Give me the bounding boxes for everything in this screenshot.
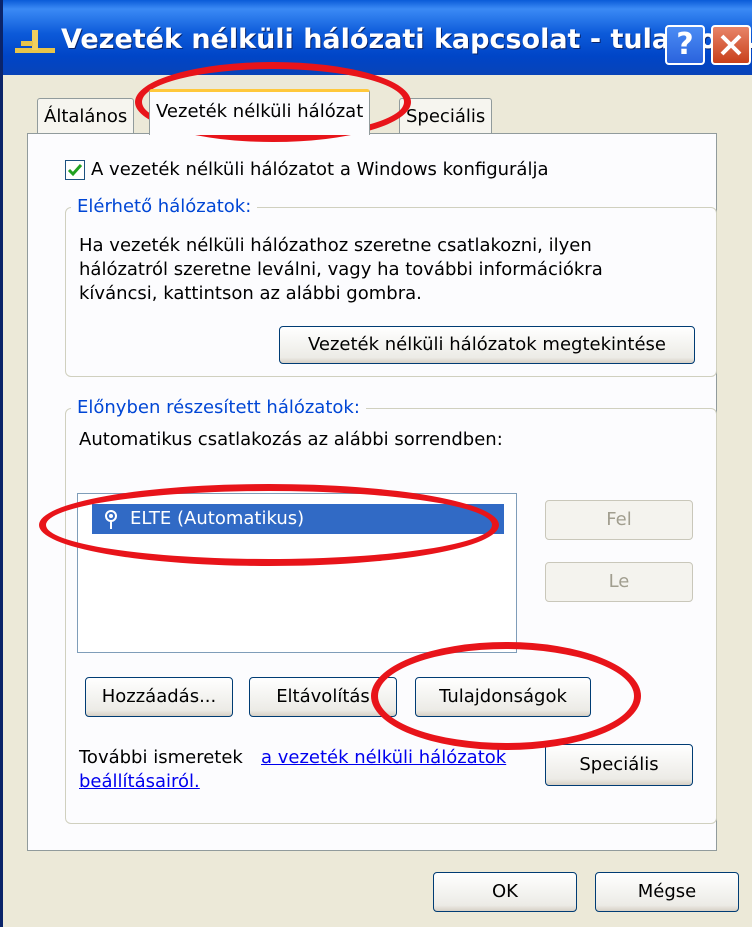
- wireless-network-icon: [105, 510, 117, 529]
- list-item[interactable]: ELTE (Automatikus): [92, 504, 504, 534]
- cancel-button[interactable]: Mégse: [595, 872, 739, 912]
- list-item-label: ELTE (Automatikus): [130, 508, 305, 529]
- ok-button[interactable]: OK: [433, 872, 577, 912]
- available-networks-legend: Elérhető hálózatok:: [71, 195, 258, 219]
- properties-dialog: Vezeték nélküli hálózati kapcsolat - tul…: [0, 0, 752, 927]
- view-wireless-networks-button[interactable]: Vezeték nélküli hálózatok megtekintése: [279, 326, 695, 364]
- preferred-networks-list[interactable]: ELTE (Automatikus): [77, 493, 517, 653]
- wireless-settings-link-line1[interactable]: a vezeték nélküli hálózatok: [261, 746, 506, 770]
- tab-general[interactable]: Általános: [37, 98, 135, 134]
- move-down-button[interactable]: Le: [545, 562, 693, 602]
- window-title: Vezeték nélküli hálózati kapcsolat - tul…: [61, 24, 752, 55]
- remove-button[interactable]: Eltávolítás: [249, 677, 397, 717]
- preferred-networks-description: Automatikus csatlakozás az alábbi sorren…: [79, 429, 503, 450]
- more-info-text: További ismeretek: [79, 747, 243, 768]
- windows-config-label: A vezeték nélküli hálózatot a Windows ko…: [91, 159, 549, 180]
- title-bar[interactable]: Vezeték nélküli hálózati kapcsolat - tul…: [3, 0, 752, 75]
- available-networks-description-3: kíváncsi, kattintson az alábbi gombra.: [79, 283, 422, 304]
- add-button[interactable]: Hozzáadás...: [85, 677, 233, 717]
- advanced-button[interactable]: Speciális: [545, 744, 693, 786]
- available-networks-description-1: Ha vezeték nélküli hálózathoz szeretne c…: [79, 235, 592, 256]
- network-connection-icon: [15, 30, 55, 53]
- available-networks-description-2: hálózatról szeretne leválni, vagy ha tov…: [79, 259, 603, 280]
- tab-advanced[interactable]: Speciális: [399, 98, 493, 134]
- tab-general-label: Általános: [44, 106, 128, 127]
- move-up-button[interactable]: Fel: [545, 500, 693, 540]
- preferred-networks-legend: Előnyben részesített hálózatok:: [71, 396, 366, 420]
- windows-config-checkbox[interactable]: [65, 160, 85, 180]
- close-button[interactable]: [711, 25, 751, 65]
- tab-advanced-label: Speciális: [406, 106, 486, 127]
- help-button[interactable]: ?: [665, 25, 705, 65]
- tab-wireless-networks[interactable]: Vezeték nélküli hálózat: [149, 89, 371, 135]
- checkmark-icon: [67, 164, 83, 177]
- wireless-settings-link-line2[interactable]: beállításairól.: [79, 770, 200, 794]
- close-icon: [720, 34, 742, 56]
- tab-wireless-networks-label: Vezeték nélküli hálózat: [156, 101, 364, 122]
- properties-button[interactable]: Tulajdonságok: [415, 677, 591, 717]
